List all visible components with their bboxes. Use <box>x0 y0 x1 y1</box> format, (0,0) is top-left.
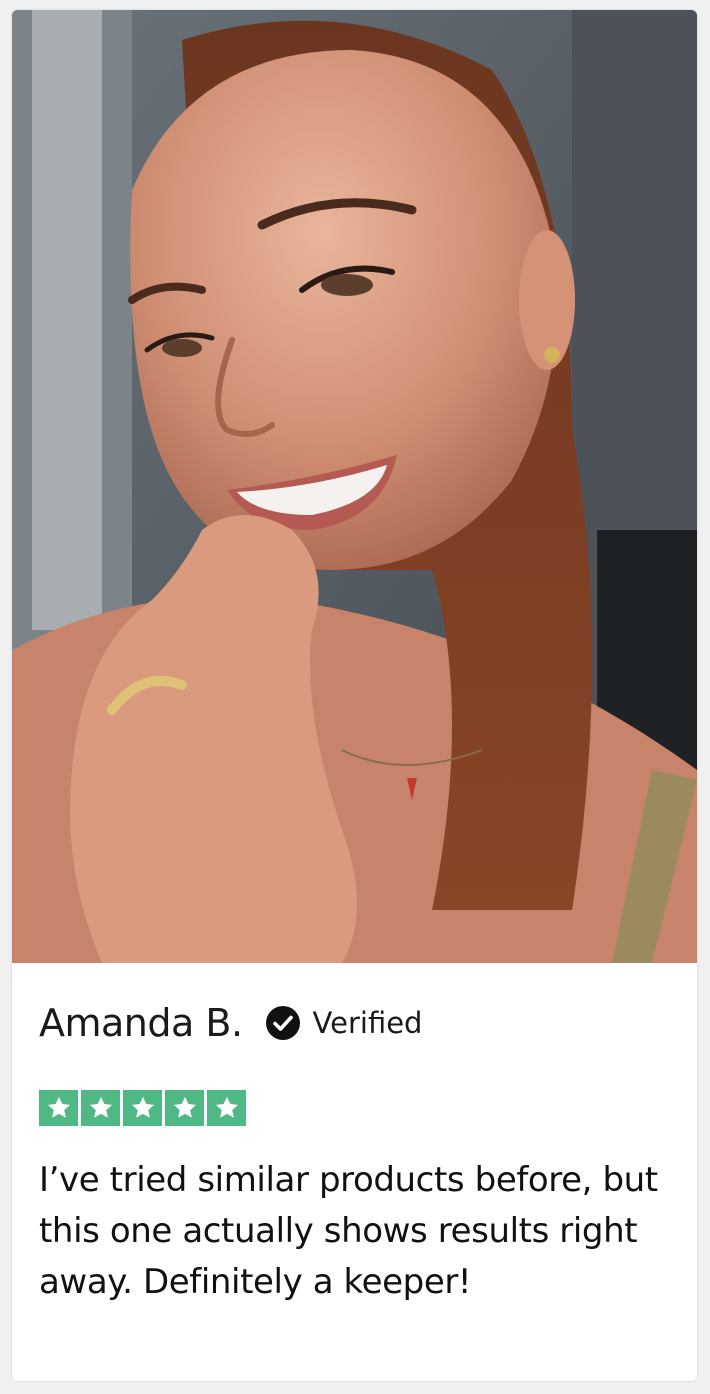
review-details: Amanda B. Verified I’ve tried similar pr… <box>12 963 697 1381</box>
reviewer-name: Amanda B. <box>39 1001 243 1045</box>
check-circle-icon <box>265 1005 301 1041</box>
reviewer-header: Amanda B. Verified <box>39 999 422 1047</box>
review-photo-image <box>12 10 697 963</box>
star-rating <box>39 1090 246 1126</box>
star-icon <box>39 1090 78 1126</box>
star-icon <box>207 1090 246 1126</box>
star-icon <box>165 1090 204 1126</box>
verified-badge-label: Verified <box>312 1006 423 1040</box>
review-text: I’ve tried similar products before, but … <box>39 1160 658 1302</box>
star-icon <box>81 1090 120 1126</box>
review-photo[interactable] <box>12 10 697 963</box>
review-card: Amanda B. Verified I’ve tried similar pr… <box>12 10 697 1381</box>
star-icon <box>123 1090 162 1126</box>
